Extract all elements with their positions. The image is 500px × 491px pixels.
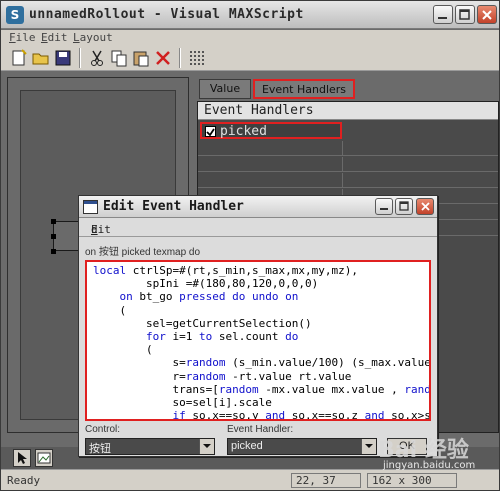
menu-edit-key: E <box>41 31 48 44</box>
checkmark-icon <box>206 128 215 137</box>
open-button[interactable] <box>31 48 51 68</box>
paste-icon <box>133 51 149 67</box>
dialog-close-button[interactable] <box>416 198 434 215</box>
menu-file[interactable]: File <box>9 31 36 44</box>
paste-button[interactable] <box>131 48 151 68</box>
event-handler-dropdown[interactable]: picked <box>227 438 377 455</box>
menu-layout-key: L <box>73 31 80 44</box>
title-bar: S unnamedRollout - Visual MAXScript <box>1 1 499 29</box>
property-tabs: Value Event Handlers <box>199 79 499 101</box>
dropdown-arrow[interactable] <box>199 439 214 454</box>
code-line: spIni =#(180,80,120,0,0,0) <box>145 277 319 291</box>
code-line: if so.x==so.y and so.x==so.z and so.x>s … <box>172 409 431 421</box>
event-row-picked[interactable]: picked <box>200 122 342 139</box>
minimize-icon <box>438 17 447 19</box>
dialog-minimize-button[interactable] <box>375 198 393 215</box>
menu-file-label: ile <box>15 31 36 44</box>
control-label: Control: <box>85 424 121 435</box>
grid-row <box>198 157 498 172</box>
dropdown-arrow[interactable] <box>361 439 376 454</box>
status-coords: 22, 37 <box>291 473 361 488</box>
menu-edit[interactable]: Edit <box>41 31 68 44</box>
code-line: on bt_go pressed do undo on <box>119 290 299 304</box>
toolbar <box>1 45 499 71</box>
cut-icon <box>91 50 103 66</box>
resize-handle[interactable] <box>51 234 56 239</box>
baidu-watermark-url: jingyan.baidu.com <box>383 460 476 471</box>
code-line: r=random -rt.value rt.value <box>172 369 352 383</box>
event-handler-label: Event Handler: <box>227 424 294 435</box>
grid-icon <box>190 51 204 65</box>
code-line: s=random (s_min.value/100) (s_max.value/… <box>172 356 431 370</box>
event-row-label: picked <box>220 124 267 139</box>
tab-event-handlers[interactable]: Event Handlers <box>253 79 355 99</box>
copy-icon <box>111 50 127 67</box>
menu-layout[interactable]: Layout <box>73 31 113 44</box>
toolbar-separator <box>79 48 81 68</box>
tab-value[interactable]: Value <box>199 79 251 99</box>
close-icon <box>421 202 430 211</box>
status-text: Ready <box>7 474 41 487</box>
cut-button[interactable] <box>87 48 107 68</box>
dialog-menu-edit-label: dit <box>91 223 111 236</box>
code-line: so=sel[i].scale <box>172 396 272 409</box>
toolbar-separator <box>179 48 181 68</box>
handler-signature: on 按钮 picked texmap do <box>85 247 201 258</box>
grid-header: Event Handlers <box>198 102 498 120</box>
menu-layout-label: ayout <box>79 31 113 44</box>
maxscript-app-icon: S <box>6 6 24 24</box>
window-title: unnamedRollout - Visual MAXScript <box>29 7 304 22</box>
code-line: ( <box>93 303 127 317</box>
code-line: local ctrlSp=#(rt,s_min,s_max,mx,my,mz), <box>93 264 358 277</box>
new-icon <box>12 49 27 66</box>
delete-icon <box>156 51 170 65</box>
menu-bar: File Edit Layout <box>1 30 499 45</box>
copy-button[interactable] <box>109 48 129 68</box>
dialog-maximize-button[interactable] <box>395 198 413 215</box>
event-handler-dropdown-value: picked <box>231 440 263 452</box>
grid-row <box>198 141 498 156</box>
grid-row <box>198 173 498 188</box>
dialog-menu-bar: Edit <box>79 219 437 237</box>
grid-button[interactable] <box>187 48 207 68</box>
pointer-icon <box>18 452 27 464</box>
maximize-button[interactable] <box>455 5 475 24</box>
menu-file-key: F <box>9 31 16 44</box>
image-icon <box>37 452 51 464</box>
dialog-title: Edit Event Handler <box>103 199 244 214</box>
code-line: for i=1 to sel.count do <box>145 330 299 343</box>
delete-button[interactable] <box>153 48 173 68</box>
pointer-tool-button[interactable] <box>13 449 31 467</box>
close-button[interactable] <box>477 5 497 24</box>
chevron-down-icon <box>203 444 211 448</box>
code-line: ( <box>93 343 153 357</box>
control-dropdown[interactable]: 按钮 <box>85 438 215 455</box>
minimize-button[interactable] <box>433 5 453 24</box>
grid-header-label: Event Handlers <box>204 103 314 118</box>
open-icon <box>32 53 49 65</box>
status-bar: Ready 22, 37 162 x 300 <box>1 469 499 490</box>
resize-handle[interactable] <box>51 249 56 254</box>
edit-event-handler-dialog: Edit Event Handler Edit on 按钮 picked tex… <box>78 195 438 457</box>
code-editor[interactable]: local ctrlSp=#(rt,s_min,s_max,mx,my,mz),… <box>85 260 431 421</box>
code-line: trans=[random -mx.value mx.value , rando… <box>172 382 431 396</box>
save-button[interactable] <box>53 48 73 68</box>
save-icon <box>55 50 71 66</box>
menu-edit-label: dit <box>47 31 68 44</box>
close-icon <box>482 10 492 20</box>
code-line: sel=getCurrentSelection() <box>145 316 312 330</box>
minimize-icon <box>380 208 388 210</box>
status-size: 162 x 300 <box>367 473 457 488</box>
control-dropdown-value: 按钮 <box>89 443 111 455</box>
maximize-icon <box>459 9 470 20</box>
picked-checkbox[interactable] <box>205 126 216 137</box>
chevron-down-icon <box>365 444 373 448</box>
resize-handle[interactable] <box>51 219 56 224</box>
maximize-icon <box>399 201 409 211</box>
image-tool-button[interactable] <box>35 449 53 467</box>
dialog-window-icon <box>83 200 98 214</box>
new-button[interactable] <box>9 48 29 68</box>
dialog-title-bar: Edit Event Handler <box>79 196 437 218</box>
